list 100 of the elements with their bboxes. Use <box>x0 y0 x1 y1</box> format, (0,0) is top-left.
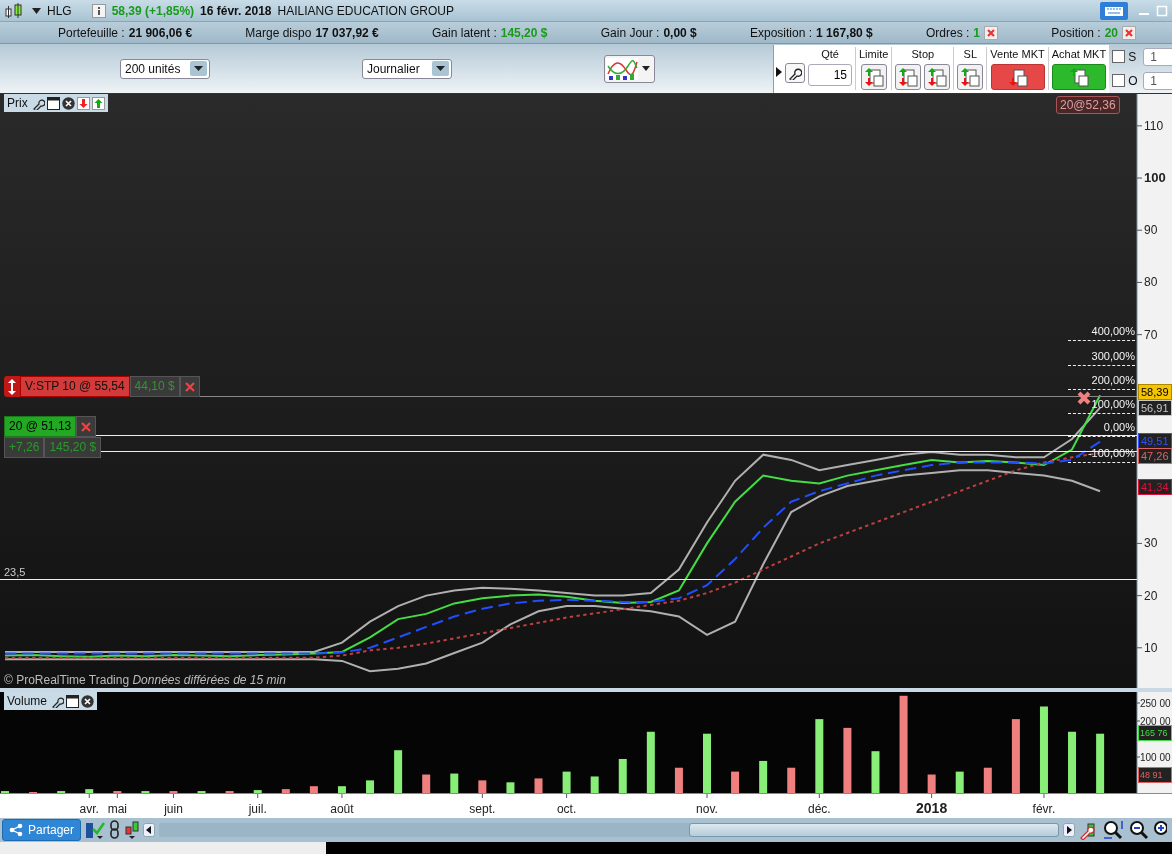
close-button[interactable] <box>179 376 200 397</box>
price-change: 58,39 (+1,85%) <box>111 3 195 18</box>
account-value: 1 <box>973 25 981 40</box>
symbol-label: HLG <box>47 3 72 18</box>
order-icon <box>1007 66 1028 87</box>
order-type-label: Vente MKT <box>990 46 1045 61</box>
scrollbar-track[interactable] <box>159 823 1060 837</box>
checkbox-label: S <box>1128 49 1138 64</box>
quantity-field[interactable]: 15 <box>808 63 852 86</box>
expand-arrow-icon[interactable] <box>776 66 782 77</box>
axis-label: 90 <box>1144 223 1158 238</box>
share-button[interactable]: Partager <box>2 819 82 841</box>
order-icon <box>927 66 948 87</box>
volume-bar <box>309 786 318 793</box>
pane-title: Prix <box>7 96 28 110</box>
stop-order-button[interactable] <box>895 63 922 90</box>
wrench-icon[interactable] <box>51 694 65 708</box>
keyboard-icon[interactable] <box>1100 1 1128 20</box>
account-label: Position : <box>1051 25 1101 40</box>
stop-loss-button[interactable] <box>957 63 984 90</box>
axis-label: juil. <box>248 802 267 816</box>
volume-bar <box>506 782 515 793</box>
link-icon[interactable] <box>109 820 122 840</box>
info-icon[interactable] <box>91 3 106 18</box>
axis-label: mai <box>107 802 127 816</box>
input-field[interactable]: 1 <box>1143 47 1172 66</box>
volume-bar <box>703 733 711 793</box>
checkbox[interactable] <box>1112 74 1126 87</box>
indicator-chart-icon <box>606 57 638 80</box>
volume-bar <box>759 760 768 793</box>
position-points: +7,26 <box>4 437 45 458</box>
caret-icon <box>432 61 449 76</box>
order-label[interactable]: V:STP 10 @ 55,54 <box>20 376 130 397</box>
input-field[interactable]: 1 <box>1143 71 1172 90</box>
quantity-label: Qté <box>821 46 839 61</box>
position-tag: 20@52,36 <box>1056 96 1120 114</box>
zoom-fit-icon[interactable] <box>1103 820 1126 840</box>
order-icon <box>1068 66 1089 87</box>
order-icon <box>863 66 884 87</box>
wrench-icon[interactable] <box>31 96 45 110</box>
axis-label: oct. <box>556 802 577 816</box>
account-label: Marge dispo <box>245 25 312 40</box>
quantity-dropdown[interactable]: 200 unités <box>120 58 210 79</box>
template-check-icon[interactable] <box>85 820 106 840</box>
cancel-icon[interactable] <box>1077 391 1091 405</box>
caret-icon[interactable] <box>32 7 41 14</box>
scroll-thumb[interactable] <box>689 823 1060 837</box>
account-label: Ordres : <box>926 25 970 40</box>
order-type-label: Limite <box>859 46 889 61</box>
axis-label: 250 00 <box>1140 697 1171 709</box>
fibonacci-line <box>1068 436 1135 437</box>
volume-tag: 48 91 <box>1138 767 1172 783</box>
limit-order-button[interactable] <box>860 63 887 90</box>
fibonacci-label: 400,00% <box>1091 325 1135 338</box>
price-tag: 47,26 <box>1138 448 1172 464</box>
fibonacci-label: 300,00% <box>1091 350 1135 363</box>
zoom-out-icon[interactable] <box>1129 820 1150 840</box>
volume-bar <box>927 774 936 793</box>
scroll-left-icon[interactable] <box>143 823 156 837</box>
account-value: 0,00 $ <box>663 25 697 40</box>
volume-bar <box>983 767 992 793</box>
drag-handle[interactable] <box>4 376 20 397</box>
close-icon[interactable] <box>61 96 75 110</box>
caret-icon <box>642 66 650 71</box>
candlestick-icon[interactable] <box>125 820 140 840</box>
window-icon[interactable] <box>66 694 80 708</box>
close-button[interactable] <box>76 416 97 437</box>
volume-bar <box>1096 733 1105 793</box>
indicator-button[interactable] <box>604 54 655 83</box>
period-dropdown[interactable]: Journalier <box>362 58 452 79</box>
checkbox[interactable] <box>1112 50 1126 63</box>
order-label[interactable]: 20 @ 51,13 <box>4 416 77 437</box>
sell-arrow-icon[interactable] <box>76 96 90 110</box>
buy-market-button[interactable] <box>1051 63 1106 90</box>
axis-label: sept. <box>469 802 496 816</box>
axis-label: août <box>330 802 354 816</box>
share-icon <box>9 823 23 837</box>
stop-limit-order-button[interactable] <box>924 63 951 90</box>
account-label: Gain latent : <box>432 25 497 40</box>
account-label: Gain Jour : <box>600 25 660 40</box>
price-tag: 41,34 <box>1138 479 1172 495</box>
position-gain: 145,20 $ <box>44 437 102 458</box>
buy-arrow-icon[interactable] <box>91 96 105 110</box>
company-name: HAILIANG EDUCATION GROUP <box>277 3 454 18</box>
volume-bar <box>253 790 262 793</box>
axis-label: 100 <box>1144 170 1166 186</box>
quote-date: 16 févr. 2018 <box>200 3 272 18</box>
scroll-right-icon[interactable] <box>1063 823 1076 837</box>
settings-button[interactable] <box>785 62 805 83</box>
axis-label: 100 00 <box>1140 751 1171 763</box>
sell-market-button[interactable] <box>990 63 1045 90</box>
axis-label: avr. <box>79 802 99 816</box>
data-source-note: © ProRealTime Trading Données différées de 15 min <box>4 673 286 687</box>
volume-bar <box>843 727 852 793</box>
window-icon[interactable] <box>46 96 60 110</box>
close-icon[interactable] <box>81 694 95 708</box>
fibonacci-line <box>1068 413 1135 414</box>
volume-bar <box>85 789 94 793</box>
volume-bar <box>281 789 290 793</box>
axis-label: déc. <box>808 802 831 816</box>
